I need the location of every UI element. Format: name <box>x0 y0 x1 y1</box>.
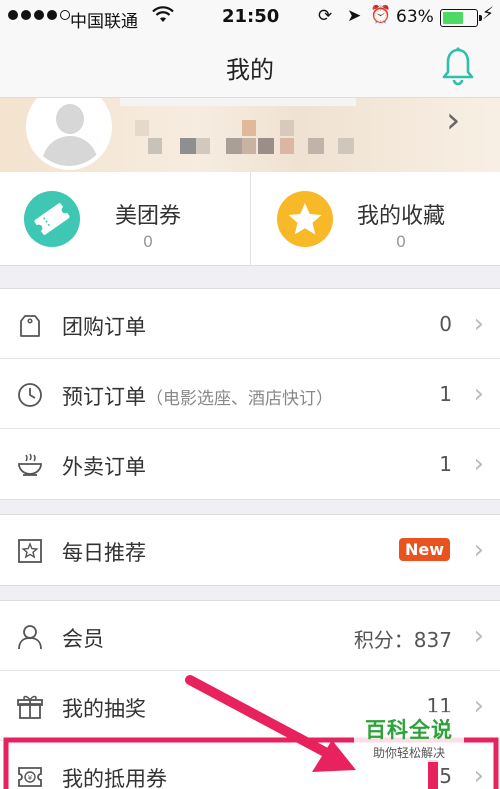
watermark-subtitle: 助你轻松解决 <box>372 746 445 760</box>
list-item-value: 1 <box>439 452 452 476</box>
orders-group: 团购订单 0 › 预订订单（电影选座、酒店快订） 1 › 外卖订单 1 › <box>0 288 500 500</box>
new-badge: New <box>398 538 450 561</box>
list-item-member[interactable]: 会员 积分：837 › <box>0 601 500 671</box>
list-item-value: 1 <box>439 382 452 406</box>
coupon-count: 0 <box>142 232 154 251</box>
daily-group: 每日推荐 New › <box>0 514 500 586</box>
status-bar: 中国联通 21:50 ⟳ ➤ ⏰ 63% ⚡ <box>0 0 500 36</box>
list-item-takeout-orders[interactable]: 外卖订单 1 › <box>0 429 500 499</box>
clock-icon <box>16 381 44 409</box>
list-item-reservation-orders[interactable]: 预订订单（电影选座、酒店快订） 1 › <box>0 359 500 429</box>
signal-strength-icon <box>8 10 70 20</box>
points-value: 积分：837 <box>353 628 452 652</box>
list-item-label: 外卖订单 <box>62 455 146 479</box>
star-box-icon <box>16 537 44 565</box>
chevron-right-icon: › <box>473 309 484 339</box>
list-item-label: 我的抵用券 <box>62 767 167 789</box>
bell-icon[interactable] <box>440 46 476 86</box>
chevron-right-icon: › <box>473 691 484 721</box>
avatar[interactable] <box>26 98 112 170</box>
page-title: 我的 <box>226 56 274 84</box>
location-icon: ➤ <box>347 6 362 26</box>
alarm-icon: ⏰ <box>370 5 392 25</box>
nav-bar: 我的 <box>0 36 500 98</box>
list-item-label: 团购订单 <box>62 315 146 339</box>
star-icon <box>277 191 333 247</box>
chevron-right-icon: › <box>473 535 484 565</box>
profile-banner[interactable]: › <box>0 98 500 172</box>
watermark-title: 百科全说 <box>365 718 453 742</box>
carrier-name: 中国联通 <box>70 12 138 32</box>
bowl-icon <box>16 451 44 479</box>
list-item-value: 0 <box>439 312 452 336</box>
list-item-label: 每日推荐 <box>62 541 146 565</box>
list-item-daily-recommend[interactable]: 每日推荐 New › <box>0 515 500 585</box>
wifi-icon <box>152 6 174 29</box>
chevron-right-icon: › <box>473 761 484 789</box>
battery-level <box>443 12 464 24</box>
favorites-label: 我的收藏 <box>356 204 445 229</box>
list-item-value: 5 <box>439 764 452 788</box>
tag-icon <box>16 311 44 339</box>
person-icon <box>16 623 44 651</box>
battery-icon <box>440 9 482 27</box>
ticket-icon <box>24 191 80 247</box>
favorites-count: 0 <box>395 232 407 251</box>
list-item-label: 会员 <box>62 627 104 651</box>
clock-time: 21:50 <box>222 6 280 27</box>
list-item-group-orders[interactable]: 团购订单 0 › <box>0 289 500 359</box>
gift-icon <box>16 693 44 721</box>
coupon-label: 美团券 <box>114 204 181 229</box>
reservation-label: 预订订单 <box>62 385 146 409</box>
rotation-lock-icon: ⟳ <box>318 6 333 26</box>
list-item-label: 预订订单（电影选座、酒店快订） <box>62 381 333 411</box>
chevron-right-icon: › <box>473 449 484 479</box>
watermark-logo: 百科全说 助你轻松解决 <box>354 712 464 762</box>
coupon-button[interactable]: 美团券 0 <box>0 172 250 266</box>
list-item-label: 我的抽奖 <box>62 697 146 721</box>
chevron-right-icon: › <box>446 100 461 141</box>
svg-text:¥: ¥ <box>28 774 33 782</box>
voucher-icon: ¥ <box>16 763 44 789</box>
battery-percent: 63% <box>396 7 434 27</box>
quick-access: 美团券 0 我的收藏 0 <box>0 172 500 266</box>
favorites-button[interactable]: 我的收藏 0 <box>250 172 500 266</box>
charging-icon: ⚡ <box>482 4 494 24</box>
chevron-right-icon: › <box>473 379 484 409</box>
chevron-right-icon: › <box>473 621 484 651</box>
reservation-subtitle: （电影选座、酒店快订） <box>146 389 333 409</box>
